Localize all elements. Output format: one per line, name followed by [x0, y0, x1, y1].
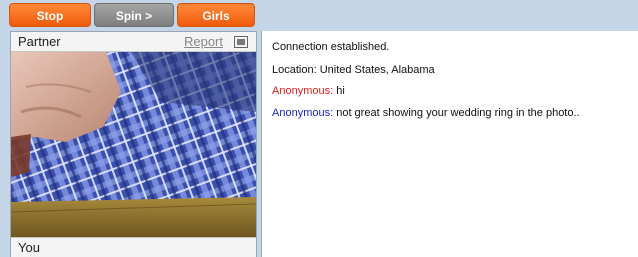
- location-message: Location: United States, Alabama: [272, 64, 435, 76]
- partner-label: Partner: [18, 34, 61, 49]
- status-message: Connection established.: [272, 41, 390, 53]
- stop-button[interactable]: Stop: [9, 3, 91, 27]
- message-sender: Anonymous:: [272, 107, 334, 119]
- partner-video: [11, 52, 256, 237]
- girls-button[interactable]: Girls: [177, 3, 255, 27]
- message-sender: Anonymous:: [272, 85, 334, 97]
- message-text: hi: [333, 85, 345, 97]
- self-header: You: [11, 237, 256, 257]
- report-link[interactable]: Report: [184, 34, 223, 49]
- chat-message: Anonymous: hi: [272, 85, 345, 97]
- self-label: You: [18, 240, 40, 255]
- video-panel: Partner Report You: [10, 31, 257, 257]
- partner-header: Partner Report: [11, 32, 256, 52]
- toolbar: Stop Spin > Girls: [0, 0, 638, 30]
- spin-button[interactable]: Spin >: [94, 3, 174, 27]
- expand-icon[interactable]: [234, 36, 248, 48]
- message-text: not great showing your wedding ring in t…: [333, 107, 580, 119]
- chat-message: Anonymous: not great showing your weddin…: [272, 107, 580, 119]
- chat-log: Connection established. Location: United…: [261, 31, 638, 257]
